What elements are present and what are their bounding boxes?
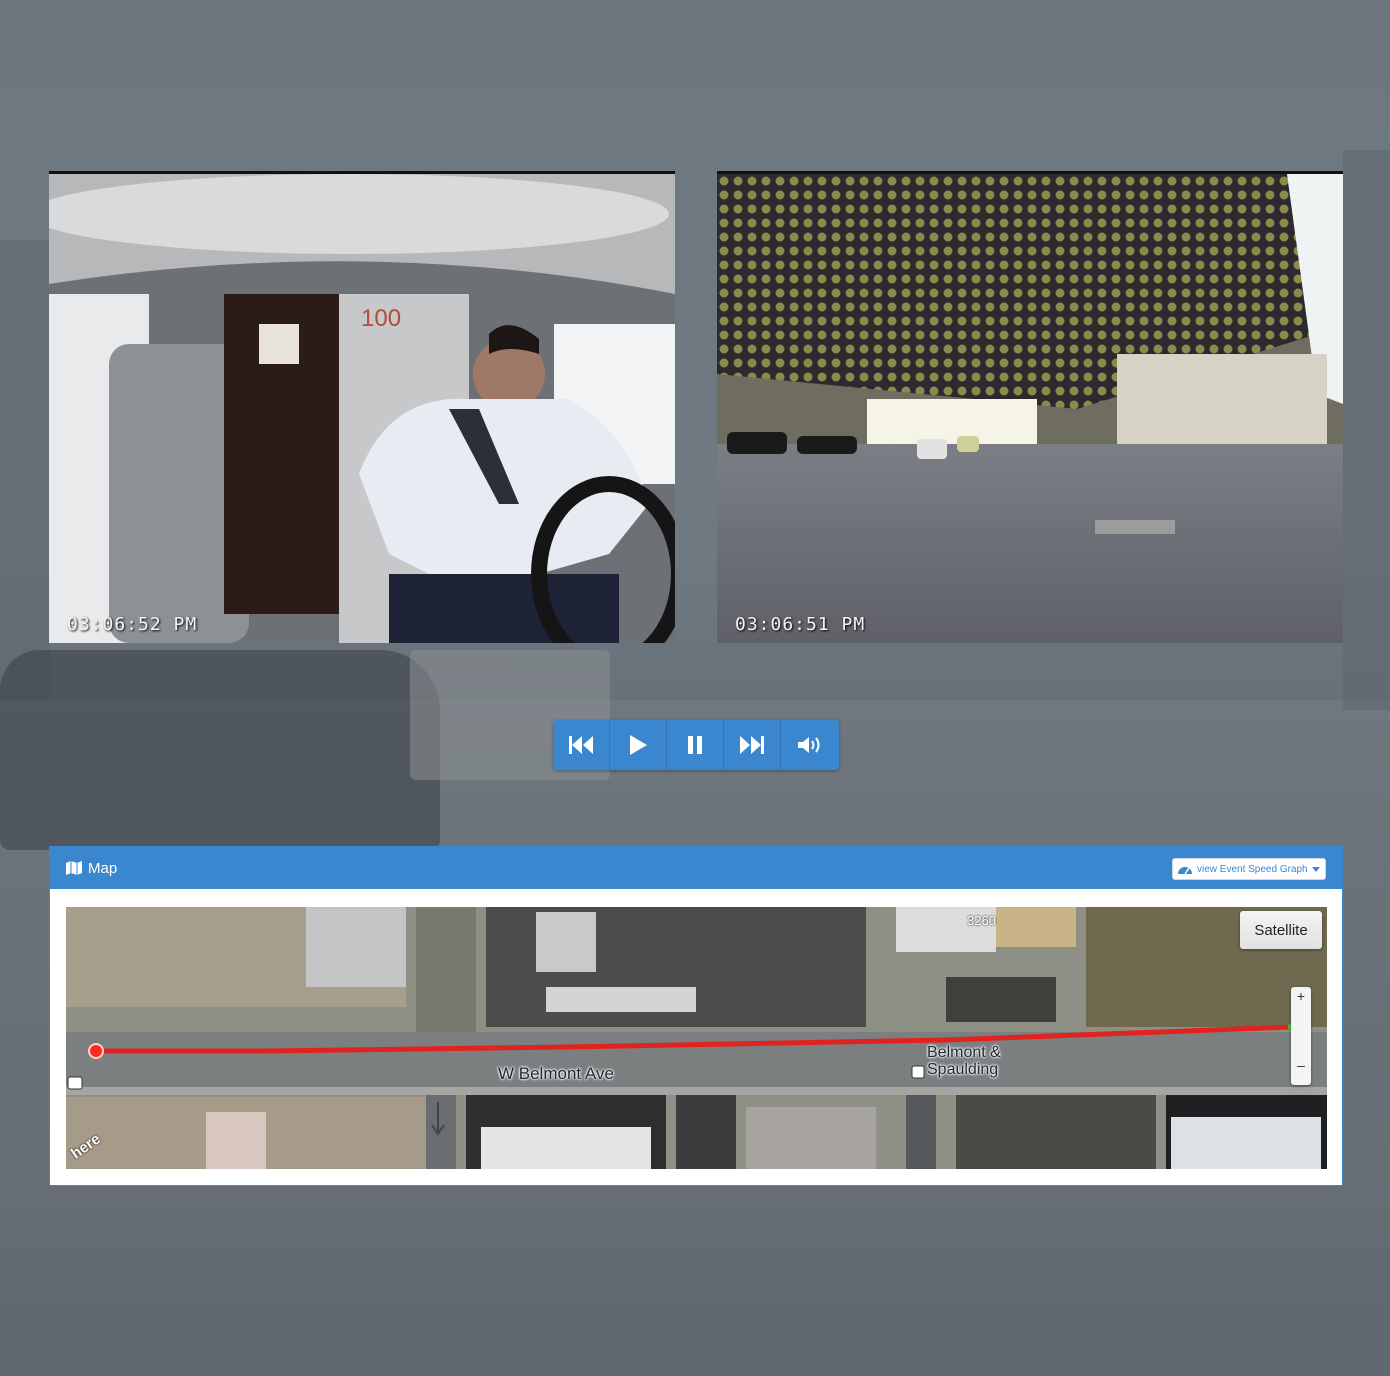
cabin-timestamp: 03:06:52 PM xyxy=(67,614,198,635)
zoom-in-button[interactable]: + xyxy=(1291,988,1311,1004)
speedometer-icon xyxy=(1178,867,1192,875)
cabin-camera-feed[interactable]: 100 03:06:52 PM xyxy=(49,171,675,643)
background-building xyxy=(0,240,50,700)
fast-forward-icon xyxy=(740,736,764,754)
map-icon xyxy=(66,861,82,875)
playback-controls xyxy=(553,720,839,770)
unit-marking: 100 xyxy=(361,305,401,332)
bus-stop-label-line1: Belmont & xyxy=(927,1044,1001,1061)
pause-button[interactable] xyxy=(667,720,724,770)
event-speed-graph-dropdown[interactable]: view Event Speed Graph xyxy=(1172,858,1326,880)
background-storefront xyxy=(0,1250,1390,1376)
map-panel-title: Map xyxy=(88,859,118,877)
map-panel: Map view Event Speed Graph 3260 W Belmon… xyxy=(49,846,1343,1186)
road-camera-feed[interactable]: 03:06:51 PM xyxy=(717,171,1343,643)
play-button[interactable] xyxy=(610,720,667,770)
map-panel-header: Map view Event Speed Graph xyxy=(50,847,1342,889)
street-label: W Belmont Ave xyxy=(498,1064,614,1083)
skip-back-button[interactable] xyxy=(553,720,610,770)
satellite-toggle-button[interactable]: Satellite xyxy=(1240,911,1322,949)
zoom-control: + – xyxy=(1291,987,1311,1085)
event-speed-graph-label: view Event Speed Graph xyxy=(1197,863,1308,875)
satellite-imagery xyxy=(66,907,1327,1169)
volume-icon xyxy=(798,737,820,753)
fast-forward-button[interactable] xyxy=(724,720,781,770)
background-building xyxy=(1343,150,1390,710)
bus-stop-label: Belmont & Spaulding xyxy=(927,1044,1001,1078)
pause-icon xyxy=(688,736,702,754)
building-number-label: 3260 xyxy=(967,913,996,928)
bus-stop-label-line2: Spaulding xyxy=(927,1061,999,1078)
volume-button[interactable] xyxy=(781,720,839,770)
road-timestamp: 03:06:51 PM xyxy=(735,614,866,635)
road-camera-image xyxy=(717,174,1343,643)
caret-down-icon xyxy=(1311,866,1320,872)
skip-back-icon xyxy=(569,736,593,754)
satellite-map[interactable]: 3260 W Belmont Ave Belmont & Spaulding S… xyxy=(66,907,1327,1169)
play-icon xyxy=(630,735,647,755)
zoom-out-button[interactable]: – xyxy=(1291,1057,1311,1073)
cabin-camera-image: 100 xyxy=(49,174,675,643)
background-car xyxy=(0,650,440,850)
